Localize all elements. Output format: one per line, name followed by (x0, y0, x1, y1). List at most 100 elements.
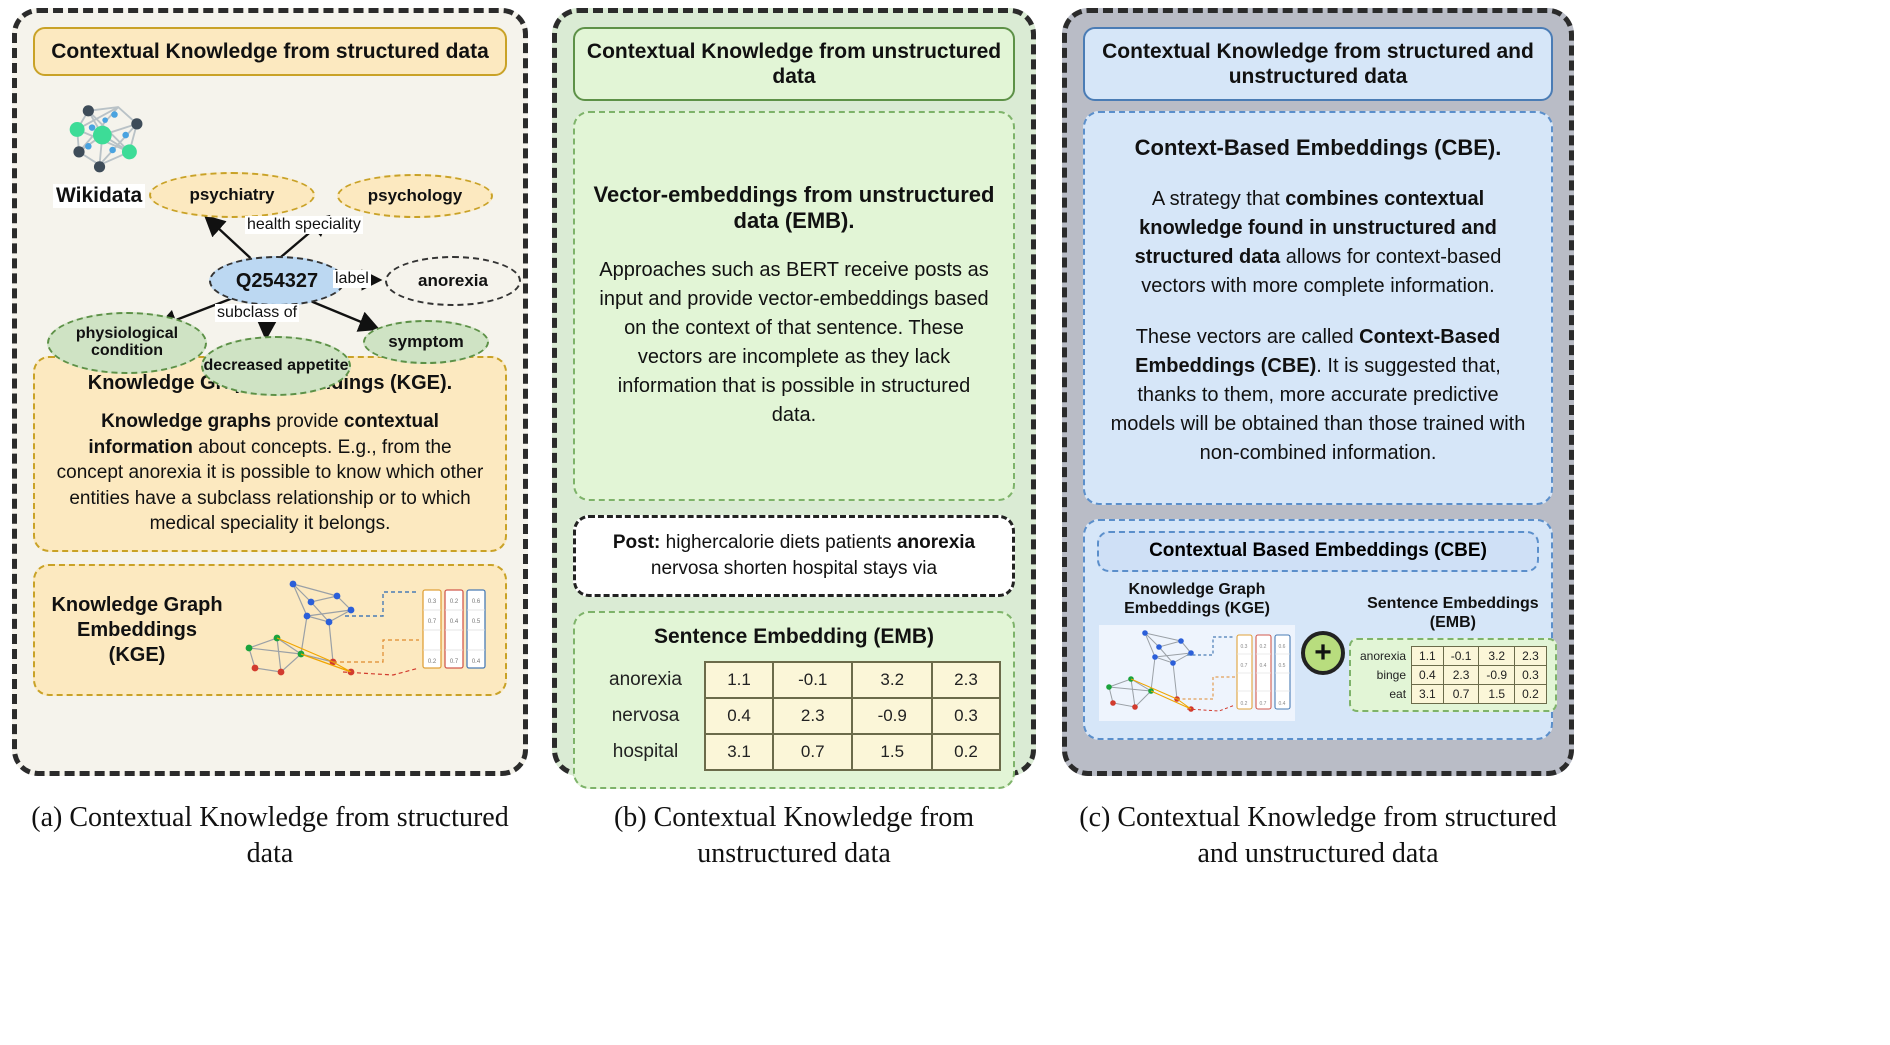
cbe-kge-label: Knowledge Graph Embeddings (KGE) (1124, 581, 1270, 618)
post-label: Post: (612, 532, 661, 554)
svg-text:0.4: 0.4 (1260, 663, 1267, 669)
table-row: nervosa 0.4 2.3 -0.9 0.3 (587, 696, 1002, 735)
cbe-illustration-card: Contextual Based Embeddings (CBE) Knowle… (1083, 519, 1557, 740)
cbe-kge-graph-to-vectors-icon: 0.3 0.2 0.6 0.7 0.4 0.5 0.2 0.7 0.4 (1099, 624, 1295, 721)
graph-node-physiological-condition-label: physiological condition (75, 325, 179, 360)
row-label: anorexia (1360, 649, 1407, 664)
cell-value: 0.7 (772, 732, 854, 771)
panel-a-header: Contextual Knowledge from structured dat… (33, 27, 507, 77)
graph-node-psychology: psychology (337, 174, 493, 219)
table-row: anorexia 1.1 -0.1 3.2 2.3 (587, 660, 1002, 699)
cell-value: -0.1 (772, 660, 854, 699)
svg-text:0.2: 0.2 (1260, 644, 1267, 650)
row-label: anorexia (609, 668, 682, 690)
post-card: Post: highercalorie diets patients anore… (573, 515, 1015, 597)
panel-structured-data: Contextual Knowledge from structured dat… (12, 8, 528, 776)
table-row: binge 0.4 2.3 -0.9 0.3 (1359, 665, 1547, 686)
cell-value: -0.9 (1478, 665, 1516, 686)
svg-text:0.2: 0.2 (428, 659, 437, 665)
graph-node-psychiatry: psychiatry (149, 172, 315, 219)
kge-card-body-bold-1: Knowledge graphs (101, 411, 272, 433)
cell-value: 1.1 (1411, 646, 1444, 667)
svg-text:0.7: 0.7 (428, 619, 437, 625)
cell-value: 0.3 (1514, 665, 1547, 686)
kge-illustration-label: Knowledge Graph Embeddings (KGE) (51, 593, 223, 666)
sentence-embedding-table: anorexia 1.1 -0.1 3.2 2.3 nervosa 0.4 2.… (587, 660, 1002, 771)
graph-node-symptom-label: symptom (388, 332, 464, 352)
graph-node-anorexia: anorexia (385, 256, 521, 307)
svg-text:0.4: 0.4 (472, 659, 481, 665)
cell-value: 2.3 (1514, 646, 1547, 667)
row-label: binge (1376, 668, 1407, 683)
edge-label-label: label (333, 270, 371, 289)
row-label: hospital (612, 740, 679, 762)
svg-text:0.4: 0.4 (1279, 701, 1286, 707)
cell-value: 0.4 (703, 696, 775, 735)
edge-label-health-speciality: health speciality (245, 216, 363, 235)
cbe-description-card: Context-Based Embeddings (CBE). A strate… (1083, 111, 1553, 506)
table-row: eat 3.1 0.7 1.5 0.2 (1359, 684, 1547, 705)
cbe-p2-text-1: These vectors are called (1135, 326, 1360, 349)
cbe-illustration-title: Contextual Based Embeddings (CBE) (1097, 531, 1539, 573)
cell-value: 2.3 (1442, 665, 1480, 686)
cell-value: 0.4 (1411, 665, 1444, 686)
svg-text:0.2: 0.2 (450, 599, 459, 605)
post-bold-word: anorexia (896, 532, 976, 554)
panel-b-header: Contextual Knowledge from unstructured d… (573, 27, 1015, 102)
kge-illustration-row: Knowledge Graph Embeddings (KGE) 0.3 0.2… (47, 576, 493, 684)
cell-value: 1.5 (851, 732, 933, 771)
svg-text:0.3: 0.3 (1241, 644, 1248, 650)
cbe-p1-text-1: A strategy that (1151, 188, 1286, 211)
cbe-card-title: Context-Based Embeddings (CBE). (1134, 135, 1502, 161)
graph-node-physiological-condition: physiological condition (47, 312, 207, 375)
cbe-illustration-row: Knowledge Graph Embeddings (KGE) 0.3 0.2… (1097, 580, 1557, 725)
cbe-emb-label: Sentence Embeddings (EMB) (1367, 594, 1539, 631)
emb-description-card: Vector-embeddings from unstructured data… (573, 111, 1015, 502)
svg-text:0.4: 0.4 (450, 619, 459, 625)
sentence-embedding-card: Sentence Embedding (EMB) anorexia 1.1 -0… (573, 610, 1015, 789)
table-row: hospital 3.1 0.7 1.5 0.2 (587, 732, 1002, 771)
svg-text:0.7: 0.7 (450, 659, 459, 665)
cbe-card-paragraph-1: A strategy that combines contextual know… (1105, 185, 1531, 301)
graph-node-center: Q254327 (209, 256, 345, 307)
svg-text:0.5: 0.5 (472, 619, 481, 625)
cbe-kge-column: Knowledge Graph Embeddings (KGE) 0.3 0.2… (1097, 580, 1297, 725)
post-text-after: nervosa shorten hospital stays via (650, 558, 938, 580)
graph-node-decreased-appetite-label: decreased appetite (203, 356, 349, 374)
svg-text:0.7: 0.7 (1241, 663, 1248, 669)
cell-value: 3.2 (1478, 646, 1516, 667)
graph-node-center-label: Q254327 (235, 269, 319, 292)
graph-node-psychiatry-label: psychiatry (189, 185, 275, 205)
plus-operator-icon: + (1301, 630, 1345, 675)
cell-value: 3.1 (1411, 684, 1444, 705)
cell-value: 2.3 (930, 660, 1002, 699)
cbe-emb-column: Sentence Embeddings (EMB) anorexia 1.1 -… (1349, 594, 1557, 713)
cell-value: -0.1 (1442, 646, 1480, 667)
svg-text:0.6: 0.6 (1279, 644, 1286, 650)
cell-value: 0.2 (930, 732, 1002, 771)
panel-structured-and-unstructured-data: Contextual Knowledge from structured and… (1062, 8, 1574, 776)
svg-text:0.3: 0.3 (428, 599, 437, 605)
caption-c: (c) Contextual Knowledge from structured… (1079, 802, 1557, 870)
row-label: eat (1389, 687, 1407, 702)
edge-label-subclass-of: subclass of (215, 304, 300, 323)
kge-card-body: Knowledge graphs provide contextual info… (53, 409, 487, 536)
panel-unstructured-data: Contextual Knowledge from unstructured d… (552, 8, 1036, 789)
svg-text:0.2: 0.2 (1241, 701, 1248, 707)
row-label: nervosa (611, 704, 680, 726)
cell-value: 0.7 (1442, 684, 1480, 705)
cbe-mini-embedding-box: anorexia 1.1 -0.1 3.2 2.3 binge 0.4 2.3 (1349, 638, 1557, 713)
sentence-embedding-table-wrap: anorexia 1.1 -0.1 3.2 2.3 nervosa 0.4 2.… (587, 660, 1002, 771)
cell-value: 3.1 (703, 732, 775, 771)
emb-card-body: Approaches such as BERT receive posts as… (599, 259, 989, 427)
figure-root: Contextual Knowledge from structured dat… (0, 0, 1890, 1045)
graph-node-symptom: symptom (363, 320, 489, 365)
kge-illustration-card: Knowledge Graph Embeddings (KGE) 0.3 0.2… (33, 564, 507, 697)
cell-value: 1.1 (703, 660, 775, 699)
sentence-embedding-title: Sentence Embedding (EMB) (653, 624, 935, 648)
cbe-card-paragraph-2: These vectors are called Context-Based E… (1105, 323, 1531, 468)
cbe-mini-table: anorexia 1.1 -0.1 3.2 2.3 binge 0.4 2.3 (1359, 646, 1547, 705)
panel-c-header: Contextual Knowledge from structured and… (1083, 27, 1553, 102)
cell-value: 1.5 (1478, 684, 1516, 705)
cell-value: 3.2 (851, 660, 933, 699)
